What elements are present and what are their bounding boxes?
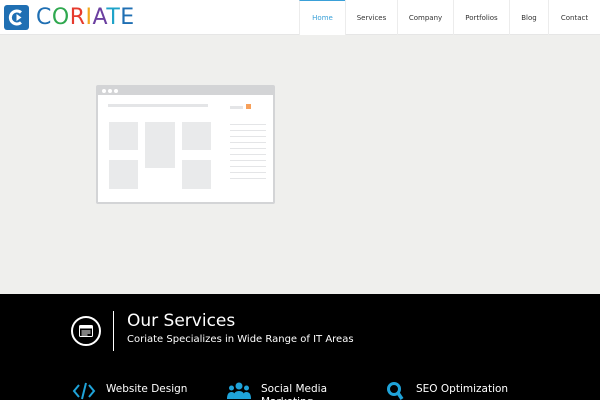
placeholder-rule [230, 178, 266, 179]
logo-letter: T [106, 5, 121, 30]
logo-letter: I [85, 5, 93, 30]
coriate-logo-icon [4, 5, 29, 30]
logo-letter: O [51, 5, 70, 30]
service-label: Website Design [106, 383, 188, 395]
users-icon [227, 381, 251, 400]
nav-item-services[interactable]: Services [345, 0, 397, 35]
logo-letter: E [120, 5, 135, 30]
magnifier-icon [383, 381, 407, 400]
services-section: Our Services Coriate Specializes in Wide… [0, 294, 600, 400]
service-label: Social Media Marketing [261, 383, 328, 400]
service-item-social-media[interactable]: Social Media Marketing [227, 381, 341, 400]
service-item-website-design[interactable]: Website Design [72, 381, 187, 400]
window-dot-icon [108, 89, 112, 93]
site-header: CORIATE Home Services Company Portfolios… [0, 0, 600, 35]
hero-banner [0, 35, 600, 294]
nav-item-home[interactable]: Home [299, 0, 345, 35]
placeholder-rule [230, 166, 266, 167]
placeholder-rule [230, 160, 266, 161]
main-nav: Home Services Company Portfolios Blog Co… [299, 0, 600, 35]
section-subtitle: Coriate Specializes in Wide Range of IT … [127, 334, 354, 345]
orange-button-icon [246, 104, 251, 109]
logo-letter: A [92, 5, 107, 30]
nav-item-blog[interactable]: Blog [509, 0, 548, 35]
browser-title-bar [98, 87, 273, 95]
placeholder-line [108, 104, 208, 107]
placeholder-rule [230, 172, 266, 173]
placeholder-rule [230, 136, 266, 137]
placeholder-rule [230, 154, 266, 155]
nav-item-contact[interactable]: Contact [548, 0, 600, 35]
placeholder-tile [145, 122, 175, 168]
placeholder-rule [230, 130, 266, 131]
placeholder-tile [109, 160, 138, 189]
window-dot-icon [114, 89, 118, 93]
placeholder-tile [182, 122, 211, 150]
logo-letter: C [36, 5, 52, 30]
services-badge-icon [71, 316, 101, 346]
section-divider [113, 311, 114, 351]
placeholder-tile [109, 122, 138, 150]
logo-wordmark: CORIATE [36, 5, 135, 30]
nav-item-portfolios[interactable]: Portfolios [453, 0, 509, 35]
code-icon [72, 381, 96, 400]
site-logo[interactable]: CORIATE [4, 5, 135, 30]
service-label: SEO Optimization [416, 383, 509, 395]
nav-item-company[interactable]: Company [397, 0, 453, 35]
browser-window-illustration [96, 85, 275, 204]
window-dot-icon [102, 89, 106, 93]
service-item-seo[interactable]: SEO Optimization [383, 381, 508, 400]
placeholder-line [230, 106, 243, 109]
placeholder-rule [230, 124, 266, 125]
section-title: Our Services [127, 311, 236, 331]
placeholder-rule [230, 148, 266, 149]
placeholder-rule [230, 142, 266, 143]
logo-letter: R [69, 5, 86, 30]
placeholder-tile [182, 160, 211, 189]
